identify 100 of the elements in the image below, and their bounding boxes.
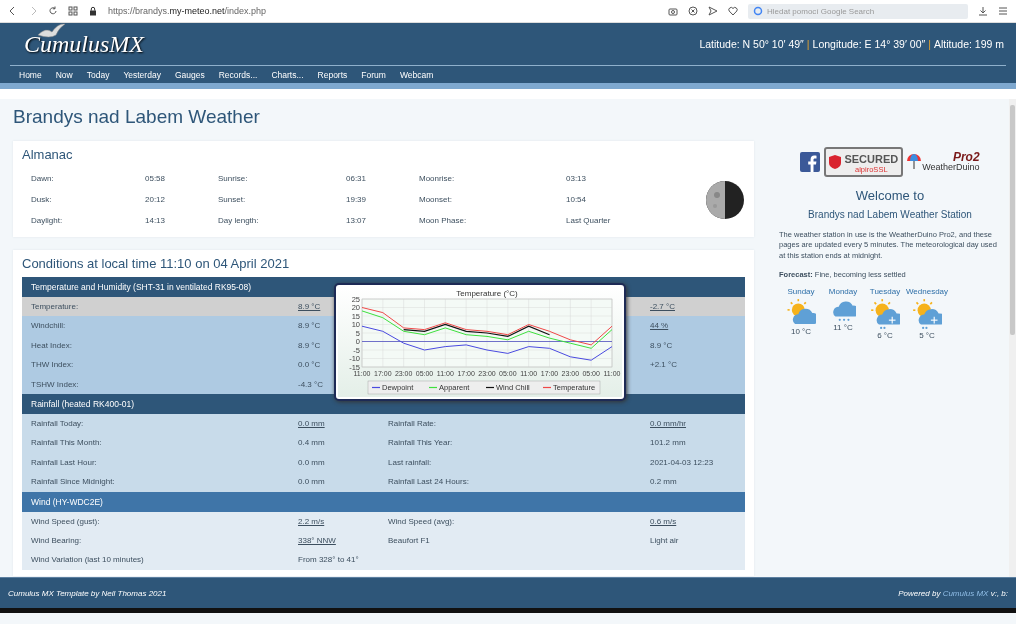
- almanac-label: Sunrise:: [218, 173, 249, 185]
- value-link[interactable]: 8.9 °C: [298, 302, 321, 311]
- nav-link[interactable]: Charts...: [264, 69, 311, 80]
- data-value: 0.0 °C: [298, 360, 321, 370]
- value-link[interactable]: 2.2 m/s: [298, 516, 325, 526]
- forecast-day: Monday: [828, 287, 858, 297]
- data-value: 8.9 °C: [650, 340, 673, 350]
- data-value: -4.3 °C: [298, 379, 323, 389]
- value-link[interactable]: 44 %: [650, 321, 669, 331]
- forecast-temperature: 10 °C: [790, 327, 812, 337]
- almanac-label: Moonrise:: [419, 173, 456, 185]
- value-link[interactable]: 338° NNW: [298, 535, 336, 545]
- data-label: Rainfall Rate:: [388, 418, 437, 428]
- nav-link[interactable]: Yesterday: [116, 69, 168, 80]
- almanac-value: 10:54: [566, 194, 588, 206]
- send-icon[interactable]: [708, 6, 718, 16]
- forecast-temperature: 11 °C: [833, 323, 853, 333]
- reload-icon[interactable]: [48, 6, 58, 16]
- welcome-heading: Welcome to: [854, 187, 926, 203]
- nav-link[interactable]: Now: [48, 69, 80, 80]
- footer-link[interactable]: Cumulus MX: [942, 588, 989, 598]
- almanac-value: 19:39: [346, 194, 368, 206]
- grid-icon[interactable]: [68, 6, 78, 16]
- data-label: Rainfall Last Hour:: [31, 456, 98, 469]
- data-value: 0.0 mm: [298, 457, 325, 467]
- nav-link[interactable]: Home: [12, 69, 49, 80]
- data-label: Wind Speed (gust):: [31, 515, 101, 528]
- moon-icon: [705, 179, 745, 220]
- nav-link[interactable]: Gauges: [167, 69, 212, 80]
- value-link[interactable]: 0.0 mm: [298, 418, 325, 428]
- sun-cloud-icon: [786, 298, 816, 326]
- nav-link[interactable]: Today: [79, 69, 117, 80]
- address-bar[interactable]: https://brandys.my-meteo.net/index.php: [108, 6, 658, 16]
- card-title: Almanac: [22, 147, 74, 162]
- download-icon[interactable]: [978, 6, 988, 16]
- forecast-temperature: 6 °C: [877, 331, 893, 341]
- heart-icon[interactable]: [728, 6, 738, 16]
- data-value: 8.9 °C: [298, 321, 321, 331]
- nav-link[interactable]: Forum: [354, 69, 393, 80]
- shield-icon: [829, 154, 842, 169]
- data-label: Rainfall Since Midnight:: [31, 476, 116, 489]
- almanac-value: 06:31: [346, 173, 368, 185]
- data-value: Light air: [650, 535, 679, 545]
- close-circle-icon[interactable]: [688, 6, 698, 16]
- site-logo[interactable]: CumulusMX: [24, 30, 144, 58]
- nav-link[interactable]: Reports: [310, 69, 355, 80]
- chart-title: Temperature (°C): [456, 289, 518, 298]
- data-label: Last rainfall:: [388, 457, 432, 467]
- almanac-label: Moon Phase:: [419, 215, 468, 227]
- data-value: 8.9 °C: [298, 340, 321, 350]
- data-label: Rainfall This Month:: [31, 437, 103, 450]
- data-value: +2.1 °C: [650, 360, 677, 370]
- data-label: Wind Speed (avg):: [388, 516, 455, 526]
- almanac-value: 05:58: [145, 173, 167, 185]
- almanac-value: 03:13: [566, 173, 588, 185]
- data-label: Temperature:: [31, 301, 80, 313]
- data-label: Heat Index:: [31, 339, 73, 352]
- nav-link[interactable]: Webcam: [392, 69, 441, 80]
- snow-cloud-icon: [912, 298, 942, 330]
- section-header: Wind (HY-WDC2E): [22, 491, 745, 512]
- forecast-day: Sunday: [787, 287, 815, 297]
- weatherduino-logo[interactable]: Pro2 WeatherDuino: [907, 151, 980, 173]
- data-value: 0.0 mm: [298, 477, 325, 487]
- data-label: Wind Variation (last 10 minutes): [31, 554, 145, 567]
- almanac-label: Sunset:: [218, 194, 247, 206]
- card-title: Conditions at local time 11:10 on 04 April 2021: [22, 256, 291, 271]
- page-title: Brandys nad Labem Weather: [13, 105, 261, 129]
- rain-cloud-icon: [830, 298, 856, 322]
- google-icon: [753, 6, 763, 16]
- location-info: Latitude: N 50° 10′ 49″ | Longitude: E 14° 39′ 00″ | Altitude: 199 m: [699, 38, 1004, 50]
- data-value: From 328° to 41°: [298, 555, 359, 565]
- data-label: Beaufort F1: [388, 535, 430, 545]
- lock-icon: [88, 6, 98, 16]
- nav-link[interactable]: Records...: [211, 69, 265, 80]
- data-label: Wind Bearing:: [31, 534, 83, 547]
- value-link[interactable]: 0.6 m/s: [650, 516, 677, 526]
- almanac-label: Day length:: [218, 215, 260, 227]
- facebook-icon[interactable]: [800, 151, 821, 172]
- scrollbar[interactable]: [1009, 99, 1016, 577]
- almanac-value: 14:13: [145, 215, 167, 227]
- value-link[interactable]: -2.7 °C: [650, 302, 675, 311]
- data-label: THW Index:: [31, 359, 75, 372]
- data-value: 2021-04-03 12:23: [650, 457, 714, 467]
- camera-icon[interactable]: [668, 6, 678, 16]
- almanac-value: 20:12: [145, 194, 167, 206]
- data-value: 0.4 mm: [298, 438, 325, 448]
- almanac-value: Last Quarter: [566, 215, 612, 227]
- data-label: Windchill:: [31, 320, 67, 333]
- almanac-value: 13:07: [346, 215, 368, 227]
- almanac-label: Moonset:: [419, 194, 453, 206]
- forecast-day: Tuesday: [869, 287, 901, 297]
- forecast-day: Wednesday: [905, 287, 949, 297]
- almanac-label: Daylight:: [31, 215, 64, 227]
- value-link[interactable]: 0.0 mm/hr: [650, 418, 686, 428]
- forecast-temperature: 5 °C: [919, 331, 935, 341]
- snow-cloud-icon: [870, 298, 900, 330]
- data-label: Rainfall Today:: [31, 417, 85, 430]
- almanac-label: Dusk:: [31, 194, 53, 206]
- footer-credit: Cumulus MX Template by Neil Thomas 2021: [8, 588, 167, 598]
- data-value: 101.2 mm: [650, 438, 686, 448]
